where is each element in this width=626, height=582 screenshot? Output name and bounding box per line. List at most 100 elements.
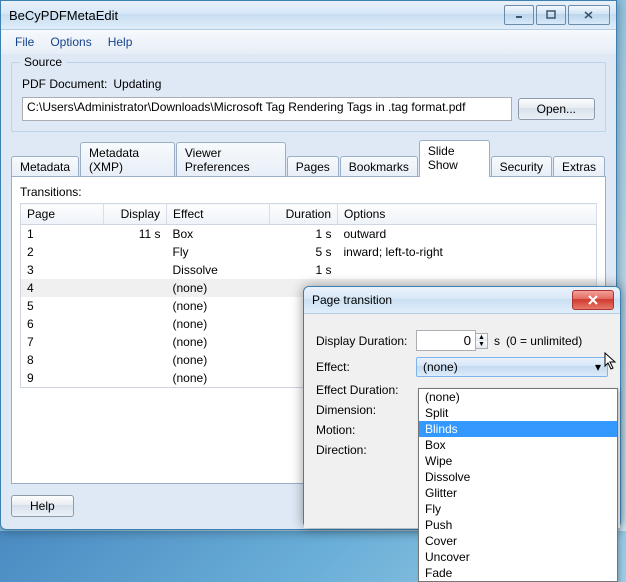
cell-effect: Fly [167,243,270,261]
cell-effect: (none) [167,279,270,297]
display-duration-input[interactable] [416,330,476,351]
source-group-title: Source [20,55,66,69]
table-row[interactable]: 3 Dissolve1 s [21,261,597,279]
pdf-doc-status: Updating [113,77,161,91]
cell-duration: 1 s [270,261,338,279]
cell-page: 9 [21,369,104,388]
tab-metadata-xmp[interactable]: Metadata (XMP) [80,142,175,177]
display-duration-spinner[interactable]: ▲▼ [416,330,488,351]
cell-effect: Box [167,225,270,244]
dropdown-option[interactable]: Blinds [419,421,617,437]
maximize-button[interactable] [536,5,566,25]
cell-display [104,315,167,333]
dropdown-option[interactable]: Fade [419,565,617,581]
direction-label: Direction: [316,443,416,457]
close-button[interactable] [568,5,610,25]
open-button[interactable]: Open... [518,98,595,120]
unlimited-hint: (0 = unlimited) [506,334,582,348]
col-duration[interactable]: Duration [270,204,338,225]
effect-dropdown-list[interactable]: (none)SplitBlindsBoxWipeDissolveGlitterF… [418,388,618,582]
dimension-label: Dimension: [316,403,416,417]
tab-viewer-prefs[interactable]: Viewer Preferences [176,142,286,177]
cell-duration: 5 s [270,243,338,261]
dialog-titlebar[interactable]: Page transition [304,287,620,314]
cell-display [104,351,167,369]
effect-label: Effect: [316,360,416,374]
dropdown-option[interactable]: Fly [419,501,617,517]
app-title: BeCyPDFMetaEdit [7,8,502,23]
cell-page: 7 [21,333,104,351]
cell-effect: (none) [167,315,270,333]
cell-page: 4 [21,279,104,297]
cell-page: 8 [21,351,104,369]
window-buttons [502,5,610,25]
tab-slide-show[interactable]: Slide Show [419,140,490,177]
cell-effect: (none) [167,369,270,388]
pdf-path-input[interactable]: C:\Users\Administrator\Downloads\Microso… [22,97,512,121]
cell-display [104,243,167,261]
dropdown-option[interactable]: Uncover [419,549,617,565]
effect-combo[interactable]: (none) ▾ [416,357,608,377]
cell-display [104,297,167,315]
tab-extras[interactable]: Extras [553,156,605,177]
effect-duration-label: Effect Duration: [316,383,416,397]
menubar: File Options Help [1,30,616,54]
cell-page: 1 [21,225,104,244]
cell-effect: (none) [167,333,270,351]
cell-page: 6 [21,315,104,333]
cell-display [104,369,167,388]
tab-metadata[interactable]: Metadata [11,156,79,177]
menu-help[interactable]: Help [100,33,141,51]
dropdown-option[interactable]: Box [419,437,617,453]
transitions-label: Transitions: [20,185,597,199]
dialog-body: Display Duration: ▲▼ s (0 = unlimited) E… [304,314,620,528]
col-page[interactable]: Page [21,204,104,225]
cell-display [104,333,167,351]
cell-display: 11 s [104,225,167,244]
table-row[interactable]: 111 sBox1 soutward [21,225,597,244]
table-row[interactable]: 2 Fly5 sinward; left-to-right [21,243,597,261]
cell-options [338,261,597,279]
seconds-unit: s [494,334,500,348]
tab-pages[interactable]: Pages [287,156,339,177]
titlebar[interactable]: BeCyPDFMetaEdit [1,1,616,30]
tab-strip: Metadata Metadata (XMP) Viewer Preferenc… [11,140,606,177]
source-group: Source PDF Document: Updating C:\Users\A… [11,62,606,132]
dropdown-option[interactable]: Glitter [419,485,617,501]
cell-effect: (none) [167,351,270,369]
dropdown-option[interactable]: Split [419,405,617,421]
dropdown-option[interactable]: Wipe [419,453,617,469]
spin-up-icon[interactable]: ▲ [476,334,487,341]
help-button[interactable]: Help [11,495,74,517]
tab-security[interactable]: Security [491,156,552,177]
col-display[interactable]: Display [104,204,167,225]
pdf-doc-label: PDF Document: [22,77,107,91]
col-effect[interactable]: Effect [167,204,270,225]
dropdown-option[interactable]: (none) [419,389,617,405]
cell-duration: 1 s [270,225,338,244]
cell-effect: Dissolve [167,261,270,279]
col-options[interactable]: Options [338,204,597,225]
effect-combo-value: (none) [423,360,458,374]
menu-file[interactable]: File [7,33,42,51]
page-transition-dialog: Page transition Display Duration: ▲▼ s (… [303,286,621,528]
chevron-down-icon: ▾ [595,360,601,374]
motion-label: Motion: [316,423,416,437]
cell-page: 3 [21,261,104,279]
cell-page: 5 [21,297,104,315]
cell-effect: (none) [167,297,270,315]
cell-page: 2 [21,243,104,261]
dialog-close-button[interactable] [572,290,614,310]
dialog-title: Page transition [310,293,572,307]
tab-bookmarks[interactable]: Bookmarks [340,156,418,177]
spin-down-icon[interactable]: ▼ [476,341,487,348]
minimize-button[interactable] [504,5,534,25]
menu-options[interactable]: Options [42,33,99,51]
dropdown-option[interactable]: Cover [419,533,617,549]
cell-display [104,261,167,279]
cell-options: inward; left-to-right [338,243,597,261]
cell-options: outward [338,225,597,244]
display-duration-label: Display Duration: [316,334,416,348]
dropdown-option[interactable]: Dissolve [419,469,617,485]
cell-display [104,279,167,297]
